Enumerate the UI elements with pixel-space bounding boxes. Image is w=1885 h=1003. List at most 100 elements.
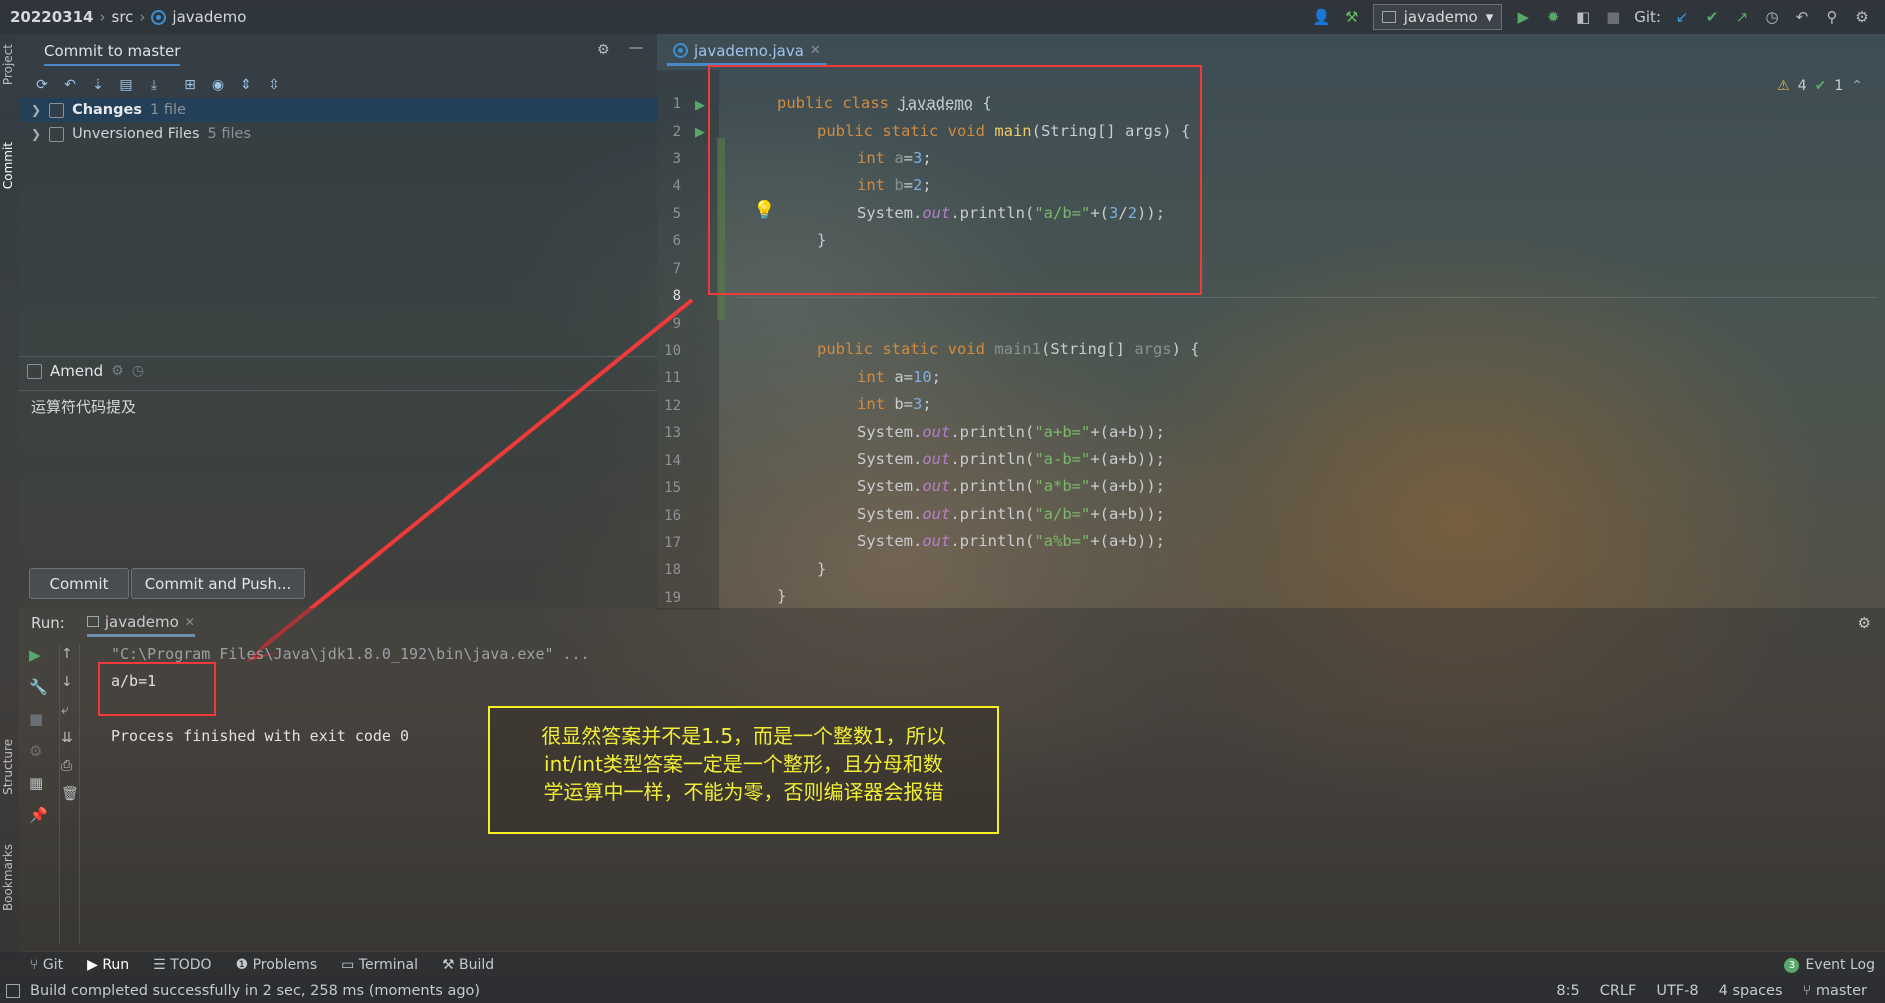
git-branch-widget[interactable]: ⑂ master bbox=[1803, 983, 1867, 999]
search-icon[interactable]: ⚲ bbox=[1823, 8, 1841, 26]
play-icon: ▶ bbox=[87, 957, 103, 973]
group-by-icon[interactable]: ⊞ bbox=[181, 76, 199, 94]
refresh-icon[interactable]: ⟳ bbox=[33, 76, 51, 94]
event-log-tab[interactable]: 3 Event Log bbox=[1784, 957, 1875, 973]
close-icon[interactable]: ✕ bbox=[810, 43, 821, 58]
commit-message-input[interactable]: 运算符代码提及 bbox=[31, 396, 641, 586]
file-encoding[interactable]: UTF-8 bbox=[1656, 983, 1698, 999]
line-number: 6 bbox=[672, 233, 681, 249]
commit-tool-tab[interactable]: Commit bbox=[1, 142, 15, 189]
console-icon bbox=[86, 616, 99, 627]
java-class-icon bbox=[151, 9, 167, 25]
line-number: 8 bbox=[672, 288, 681, 304]
tool-tab-problems[interactable]: ❶ Problems bbox=[236, 957, 318, 973]
run-gutter-icon[interactable]: ▶ bbox=[695, 98, 705, 113]
arrow-up-icon[interactable]: ↑ bbox=[61, 646, 79, 662]
chevron-right-icon[interactable]: ❯ bbox=[31, 127, 41, 141]
soft-wrap-icon[interactable]: ⤶ bbox=[61, 702, 79, 718]
gear-icon[interactable]: ⚙ bbox=[1858, 614, 1871, 632]
gear-icon[interactable]: ⚙ bbox=[111, 363, 124, 379]
minimize-icon[interactable]: — bbox=[629, 40, 643, 56]
pin-icon[interactable]: 📌 bbox=[29, 806, 48, 824]
caret-position[interactable]: 8:5 bbox=[1556, 983, 1579, 999]
project-tool-tab[interactable]: Project bbox=[1, 44, 15, 85]
run-configuration-select[interactable]: javademo ▾ bbox=[1372, 4, 1503, 30]
chevron-right-icon[interactable]: ❯ bbox=[31, 103, 41, 117]
line-separator[interactable]: CRLF bbox=[1600, 983, 1637, 999]
commit-button[interactable]: Commit bbox=[29, 568, 129, 599]
rerun-icon[interactable]: ▶ bbox=[29, 646, 48, 664]
status-widgets: 8:5 CRLF UTF-8 4 spaces ⑂ master bbox=[1556, 983, 1867, 999]
gear-icon[interactable]: ⚙ bbox=[597, 42, 610, 58]
settings-icon[interactable]: ⚙ bbox=[1853, 8, 1871, 26]
user-icon[interactable]: 👤 bbox=[1312, 8, 1331, 26]
code-line-16: System.out.println("a/b="+(a+b)); bbox=[857, 505, 1165, 523]
wrench-icon[interactable]: 🔧 bbox=[29, 678, 48, 696]
highlight-box-output bbox=[98, 662, 216, 716]
unversioned-checkbox[interactable] bbox=[49, 126, 65, 142]
console-toolbar: ↑ ↓ ⤶ ⇊ ⎙ 🗑 bbox=[61, 646, 79, 802]
run-tab[interactable]: javademo ✕ bbox=[86, 609, 195, 637]
tool-tab-build[interactable]: ⚒ Build bbox=[442, 957, 494, 973]
run-icon[interactable]: ▶ bbox=[1514, 8, 1532, 26]
changes-tree-row[interactable]: ❯ Changes 1 file bbox=[19, 98, 657, 122]
terminal-icon: ▭ bbox=[341, 957, 359, 973]
git-commit-icon[interactable]: ✔ bbox=[1703, 8, 1721, 26]
tool-tab-run[interactable]: ▶ Run bbox=[87, 957, 129, 973]
rollback-icon[interactable]: ↶ bbox=[61, 76, 79, 94]
indent-setting[interactable]: 4 spaces bbox=[1719, 983, 1783, 999]
code-line-19: } bbox=[777, 587, 787, 605]
tool-tab-git[interactable]: ⑂ Git bbox=[30, 957, 63, 973]
status-message[interactable]: Build completed successfully in 2 sec, 2… bbox=[30, 983, 480, 999]
inspection-widget[interactable]: ⚠ 4 ✔ 1 ⌃ bbox=[1777, 78, 1863, 94]
update-icon[interactable]: ⇣ bbox=[89, 76, 107, 94]
collapse-all-icon[interactable]: ⇳ bbox=[265, 76, 283, 94]
commit-and-push-button[interactable]: Commit and Push... bbox=[131, 568, 305, 599]
print-icon[interactable]: ⎙ bbox=[61, 758, 79, 774]
commit-panel: Commit to master ⚙ — ⟳ ↶ ⇣ ▤ ⤓ ⊞ ◉ ⇕ ⇳ ❯… bbox=[19, 34, 657, 608]
run-gutter-icon[interactable]: ▶ bbox=[695, 125, 705, 140]
code-line-18: } bbox=[817, 560, 827, 578]
arrow-down-icon[interactable]: ↓ bbox=[61, 674, 79, 690]
layout-icon[interactable]: ▦ bbox=[29, 774, 48, 792]
status-bar: Build completed successfully in 2 sec, 2… bbox=[0, 978, 1885, 1003]
shelve-icon[interactable]: ⤓ bbox=[145, 76, 163, 94]
view-options-icon[interactable]: ◉ bbox=[209, 76, 227, 94]
breadcrumb-project[interactable]: 20220314 bbox=[10, 8, 94, 26]
history-icon[interactable]: ◷ bbox=[1763, 8, 1781, 26]
editor-tab[interactable]: javademo.java ✕ bbox=[667, 38, 827, 66]
expand-all-icon[interactable]: ⇕ bbox=[237, 76, 255, 94]
close-icon[interactable]: ✕ bbox=[185, 615, 195, 629]
git-push-icon[interactable]: ↗ bbox=[1733, 8, 1751, 26]
tool-tab-todo[interactable]: ☰ TODO bbox=[153, 957, 211, 973]
build-hammer-icon[interactable]: ⚒ bbox=[1343, 8, 1361, 26]
amend-checkbox[interactable] bbox=[27, 363, 42, 379]
tool-tab-terminal[interactable]: ▭ Terminal bbox=[341, 957, 418, 973]
history-icon[interactable]: ◷ bbox=[132, 363, 144, 379]
line-number: 3 bbox=[672, 151, 681, 167]
left-tool-stripe: Project Commit Structure Bookmarks bbox=[0, 34, 19, 960]
coverage-icon[interactable]: ◧ bbox=[1574, 8, 1592, 26]
diff-icon[interactable]: ▤ bbox=[117, 76, 135, 94]
stop-icon[interactable]: ■ bbox=[1604, 8, 1622, 26]
structure-tool-tab[interactable]: Structure bbox=[1, 739, 15, 795]
rollback-icon[interactable]: ↶ bbox=[1793, 8, 1811, 26]
amend-label[interactable]: Amend bbox=[50, 362, 103, 380]
bookmarks-tool-tab[interactable]: Bookmarks bbox=[1, 844, 15, 911]
unversioned-tree-row[interactable]: ❯ Unversioned Files 5 files bbox=[19, 122, 657, 146]
stop-icon[interactable]: ■ bbox=[29, 710, 48, 728]
window-icon[interactable] bbox=[6, 983, 20, 998]
line-number: 1 bbox=[672, 96, 681, 112]
run-config-label: javademo bbox=[1403, 8, 1478, 26]
amend-row: Amend ⚙ ◷ bbox=[27, 362, 144, 380]
run-panel-header: Run: javademo ✕ ⚙ bbox=[19, 608, 1885, 638]
changes-checkbox[interactable] bbox=[49, 102, 65, 118]
unversioned-count: 5 files bbox=[207, 126, 252, 142]
debug-settings-icon[interactable]: ⚙ bbox=[29, 742, 48, 760]
breadcrumb-file[interactable]: javademo bbox=[172, 8, 246, 26]
trash-icon[interactable]: 🗑 bbox=[61, 786, 79, 802]
breadcrumb-folder[interactable]: src bbox=[112, 8, 134, 26]
git-update-icon[interactable]: ↙ bbox=[1673, 8, 1691, 26]
debug-icon[interactable]: ✹ bbox=[1544, 8, 1562, 26]
scroll-to-end-icon[interactable]: ⇊ bbox=[61, 730, 79, 746]
